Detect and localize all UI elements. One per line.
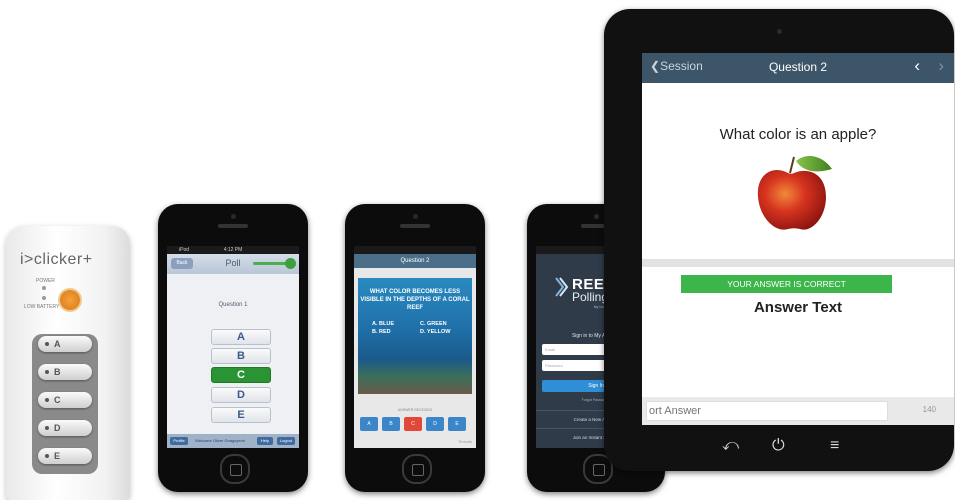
phone-camera <box>231 214 236 219</box>
quiz-answer-c[interactable]: C <box>404 417 422 431</box>
option-c: C. GREEN <box>420 321 447 327</box>
option-d: D. YELLOW <box>420 329 451 335</box>
quiz-phone: Question 2 WHAT COLOR BECOMES LESS VISIB… <box>345 204 485 492</box>
quiz-answer-a[interactable]: A <box>360 417 378 431</box>
divider <box>642 259 954 267</box>
quiz-answer-b[interactable]: B <box>382 417 400 431</box>
poll-footer-bar: Profile Welcome Oliver Onagoyemi Help Lo… <box>167 434 299 448</box>
answer-button-e[interactable]: E <box>211 407 271 423</box>
phone-camera <box>413 214 418 219</box>
prev-question-icon[interactable]: ‹ <box>914 56 920 76</box>
quiz-screen: Question 2 WHAT COLOR BECOMES LESS VISIB… <box>354 246 476 448</box>
welcome-text: Welcome Oliver Onagoyemi <box>195 438 245 443</box>
poll-screen: iPod 4:12 PM Back Poll Question 1 A B C … <box>167 246 299 448</box>
answer-button-c[interactable]: C <box>211 367 271 383</box>
correct-answer-banner: YOUR ANSWER IS CORRECT <box>681 275 892 293</box>
option-a: A. BLUE <box>372 321 394 327</box>
tablet-question: What color is an apple? <box>719 126 877 143</box>
quiz-header: Question 2 <box>354 254 476 268</box>
iclicker-remote: i>clicker+ POWER LOW BATTERY A B C D E <box>6 226 130 500</box>
tablet-screen: ❮Session Question 2 ‹ › What color is an… <box>642 53 954 425</box>
tablet-nav-bar: ❮Session Question 2 ‹ › <box>642 53 954 83</box>
tablet-title: Question 2 <box>768 60 828 74</box>
poll-nav-bar: Back Poll <box>167 254 299 274</box>
power-led <box>42 286 46 290</box>
clicker-power-label: POWER <box>36 278 55 284</box>
question-label: Question 1 <box>218 302 248 308</box>
quiz-options-left: A. BLUE B. RED <box>372 320 394 336</box>
help-button[interactable]: Help <box>257 437 273 445</box>
clicker-button-d[interactable]: D <box>38 420 92 436</box>
answer-button-a[interactable]: A <box>211 329 271 345</box>
status-bar <box>354 246 476 254</box>
option-b: B. RED <box>372 329 391 335</box>
clicker-button-b[interactable]: B <box>38 364 92 380</box>
clicker-brand-label: i>clicker+ <box>20 251 93 268</box>
tablet-device: ❮Session Question 2 ‹ › What color is an… <box>604 9 954 471</box>
home-button[interactable] <box>220 454 250 484</box>
answer-button-d[interactable]: D <box>211 387 271 403</box>
answer-received-label: ANSWER RECEIVED <box>397 408 433 412</box>
results-link[interactable]: Results <box>459 439 472 444</box>
menu-icon[interactable]: ≡ <box>830 437 839 455</box>
answer-input-bar: 140 <box>642 397 954 425</box>
status-bar: iPod 4:12 PM <box>167 246 299 254</box>
quiz-question-text: WHAT COLOR BECOMES LESS VISIBLE IN THE D… <box>360 289 470 311</box>
short-answer-input[interactable] <box>646 401 888 421</box>
clicker-button-e[interactable]: E <box>38 448 92 464</box>
poll-phone: iPod 4:12 PM Back Poll Question 1 A B C … <box>158 204 308 492</box>
status-time: 4:12 PM <box>223 247 243 253</box>
clicker-power-button[interactable] <box>60 290 80 310</box>
phone-camera <box>594 214 599 219</box>
power-icon[interactable]: ⏻ <box>772 437 785 455</box>
status-carrier: iPod <box>179 247 190 253</box>
answer-text: Answer Text <box>753 299 843 316</box>
answer-button-b[interactable]: B <box>211 348 271 364</box>
clicker-button-c[interactable]: C <box>38 392 92 408</box>
clicker-low-battery-label: LOW BATTERY <box>24 304 60 310</box>
phone-speaker <box>218 224 248 228</box>
logout-button[interactable]: Logout <box>277 437 295 445</box>
battery-led <box>42 296 46 300</box>
quiz-options-right: C. GREEN D. YELLOW <box>420 320 450 336</box>
apple-image <box>754 151 834 235</box>
next-question-icon[interactable]: › <box>938 56 944 76</box>
quiz-answer-e[interactable]: E <box>448 417 466 431</box>
back-nav-icon[interactable]: ⤺ <box>722 437 739 455</box>
profile-button[interactable]: Profile <box>170 437 188 445</box>
clicker-button-a[interactable]: A <box>38 336 92 352</box>
phone-speaker <box>400 224 430 228</box>
home-button[interactable] <box>402 454 432 484</box>
poll-toggle[interactable] <box>285 258 296 269</box>
quiz-answer-d[interactable]: D <box>426 417 444 431</box>
tablet-camera <box>777 29 782 34</box>
reef-logo-mark <box>554 276 569 298</box>
coral-reef-image: WHAT COLOR BECOMES LESS VISIBLE IN THE D… <box>358 278 472 394</box>
character-count: 140 <box>922 405 936 414</box>
